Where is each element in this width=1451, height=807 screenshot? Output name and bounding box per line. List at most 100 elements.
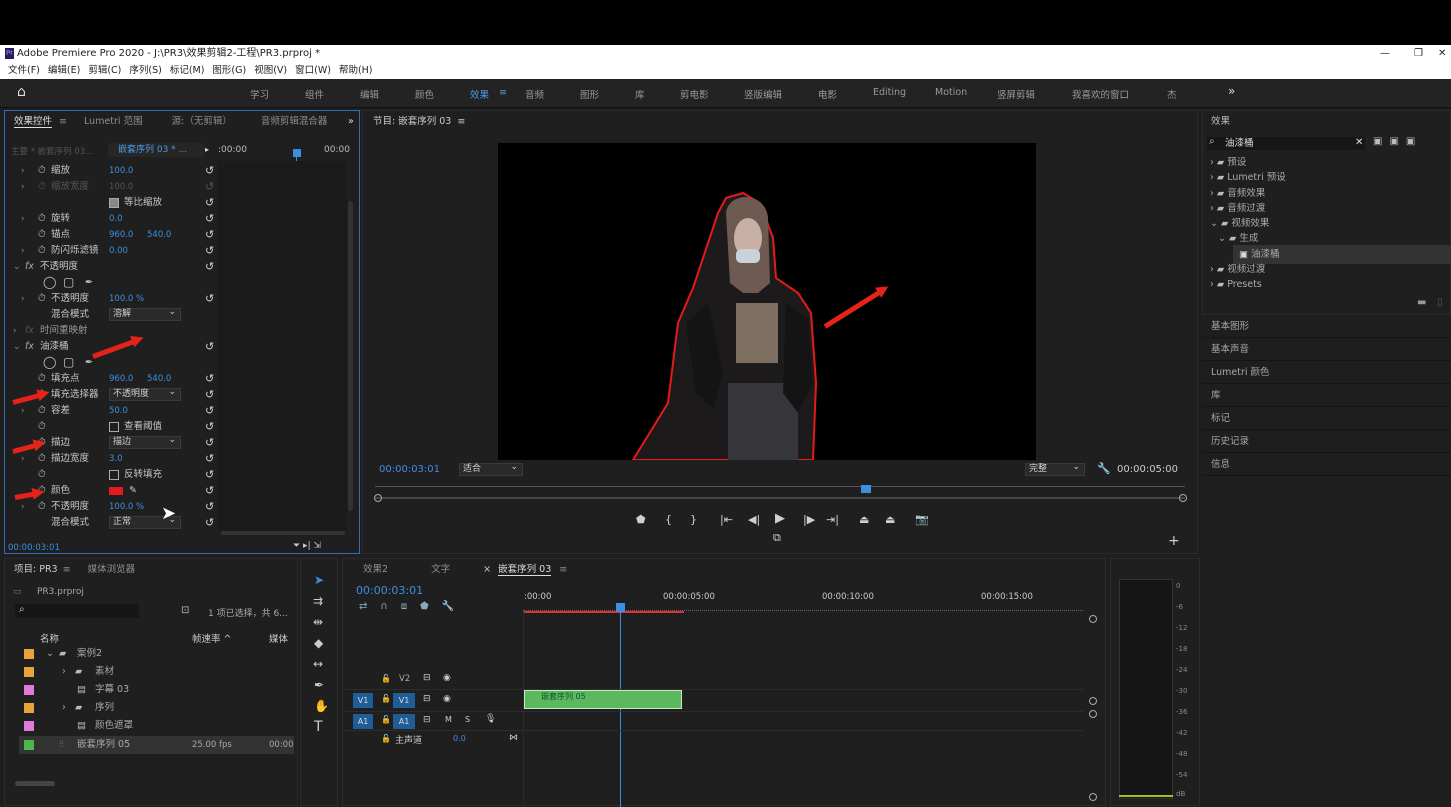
stopwatch-icon[interactable]: ⏱ [38,419,46,435]
menu-clip[interactable]: 剪辑(C) [88,65,121,76]
tab-seq-effects2[interactable]: 效果2 [363,564,388,575]
anchor-y-value[interactable]: 540.0 [147,227,171,243]
program-video-frame[interactable] [498,143,1036,461]
source-patch-v1[interactable]: V1 [353,693,373,708]
ws-editing-en[interactable]: Editing [873,87,906,98]
tab-seq-nested03[interactable]: 嵌套序列 03 [498,564,552,576]
rect-mask-icon[interactable]: ▢ [63,354,74,370]
v-scroll-bottom[interactable] [1089,793,1097,801]
slip-tool-icon[interactable]: ↔ [313,657,323,671]
stopwatch-icon[interactable]: ⏱ [38,211,46,227]
extract-icon[interactable]: ⏏ [885,513,895,526]
solo-button[interactable]: S [465,715,470,724]
ws-movie[interactable]: 电影 [818,87,837,101]
sync-lock-icon[interactable]: ⊟ [423,673,431,683]
go-to-end-icon[interactable]: ⋈ [509,733,518,743]
ellipse-mask-icon[interactable]: ◯ [43,274,56,290]
step-forward-icon[interactable]: |▶ [803,513,815,526]
timeline-timecode[interactable]: 00:00:03:01 [356,584,423,597]
ws-color[interactable]: 颜色 [415,87,434,101]
tab-menu-icon[interactable]: ≡ [457,116,465,127]
reset-icon[interactable]: ↺ [205,451,214,467]
sync-lock-icon[interactable]: ⊟ [423,694,431,704]
col-media[interactable]: 媒体 [269,631,288,645]
ws-editing[interactable]: 编辑 [360,87,379,101]
list-item[interactable]: ⌄ ▰ 案例2 [19,645,294,663]
ws-menu-icon[interactable]: ≡ [499,87,507,98]
ws-learn[interactable]: 学习 [250,87,269,101]
menu-sequence[interactable]: 序列(S) [129,65,161,76]
more-workspaces-icon[interactable]: » [1228,84,1235,98]
ws-assembly[interactable]: 组件 [305,87,324,101]
section-essential-sound[interactable]: 基本声音 [1202,338,1451,361]
menu-window[interactable]: 窗口(W) [295,65,331,76]
v-scroll-top[interactable] [1089,615,1097,623]
ec-playhead-icon[interactable] [293,149,301,157]
stopwatch-icon[interactable]: ⏱ [38,499,46,515]
reset-icon[interactable]: ↺ [205,483,214,499]
reset-icon[interactable]: ↺ [205,259,214,275]
type-tool-icon[interactable]: T [314,719,323,735]
program-timecode[interactable]: 00:00:03:01 [379,464,440,475]
ws-jie[interactable]: 杰 [1167,87,1177,101]
menu-file[interactable]: 文件(F) [8,65,40,76]
ws-library[interactable]: 库 [635,87,645,101]
more-tabs-icon[interactable]: » [348,111,354,133]
menu-marker[interactable]: 标记(M) [170,65,205,76]
list-item[interactable]: › ▰ 素材 [19,663,294,681]
stopwatch-icon[interactable]: ⏱ [38,403,46,419]
ws-vertical-cut[interactable]: 竖屏剪辑 [997,87,1035,101]
menu-view[interactable]: 视图(V) [254,65,287,76]
tolerance-value[interactable]: 50.0 [109,403,128,419]
flicker-value[interactable]: 0.00 [109,243,128,259]
track-v1[interactable]: V1 🔓 V1 ⊟ ◉ 嵌套序列 05 [343,690,1083,712]
scroll-start-handle[interactable] [374,494,382,502]
reset-icon[interactable]: ↺ [205,227,214,243]
section-history[interactable]: 历史记录 [1202,430,1451,453]
reset-icon[interactable]: ↺ [205,499,214,515]
pen-mask-icon[interactable]: ✒ [85,275,93,291]
add-marker-icon[interactable]: ⬟ [636,513,646,526]
reset-icon[interactable]: ↺ [205,163,214,179]
settings-wrench-icon[interactable]: 🔧 [1097,462,1111,475]
button-editor-icon[interactable]: + [1168,533,1180,549]
reset-icon[interactable]: ↺ [205,435,214,451]
scroll-end-handle[interactable] [1179,494,1187,502]
rect-mask-icon[interactable]: ▢ [63,274,74,290]
view-threshold-checkbox[interactable] [109,422,119,432]
timeline-playhead-icon[interactable] [616,603,625,612]
ec-h-scrollbar[interactable] [221,531,345,535]
ripple-edit-tool-icon[interactable]: ⇹ [313,615,323,629]
selection-tool-icon[interactable]: ➤ [314,573,324,587]
scale-value[interactable]: 100.0 [109,163,133,179]
fill-point-x-value[interactable]: 960.0 [109,371,133,387]
master-volume[interactable]: 0.0 [453,734,466,743]
tree-item-presets-en[interactable]: › ▰ Presets [1203,275,1451,294]
lock-icon[interactable]: 🔓 [381,734,391,743]
ec-scrollbar[interactable] [348,201,353,511]
go-to-out-icon[interactable]: ⇥| [826,513,839,526]
stopwatch-icon[interactable]: ⏱ [38,243,46,259]
fill-selector-dropdown[interactable]: 不透明度 [109,387,181,401]
reset-icon[interactable]: ↺ [205,243,214,259]
ws-motion[interactable]: Motion [935,87,967,98]
pen-tool-icon[interactable]: ✒ [314,678,324,692]
ws-vertical-edit[interactable]: 竖版编辑 [744,87,782,101]
new-bin-icon[interactable]: ▬ [1417,297,1426,308]
track-target-a1[interactable]: A1 [393,714,415,729]
menu-help[interactable]: 帮助(H) [339,65,373,76]
section-markers[interactable]: 标记 [1202,407,1451,430]
tab-source[interactable]: 源:（无剪辑） [172,116,232,127]
label-color-swatch[interactable] [24,649,34,659]
label-color-swatch[interactable] [24,685,34,695]
section-libraries[interactable]: 库 [1202,384,1451,407]
tab-effects[interactable]: 效果 [1211,111,1230,133]
ec-keyframe-area[interactable] [217,161,347,531]
section-info[interactable]: 信息 [1202,453,1451,476]
reset-icon[interactable]: ↺ [205,515,214,531]
reset-icon[interactable]: ↺ [205,419,214,435]
filter-accelerated-icon[interactable]: ▣▣▣ [1373,136,1422,147]
stopwatch-icon[interactable]: ⏱ [38,291,46,307]
list-item[interactable]: ▤ 字幕 03 [19,681,294,699]
stopwatch-icon[interactable]: ⏱ [38,371,46,387]
